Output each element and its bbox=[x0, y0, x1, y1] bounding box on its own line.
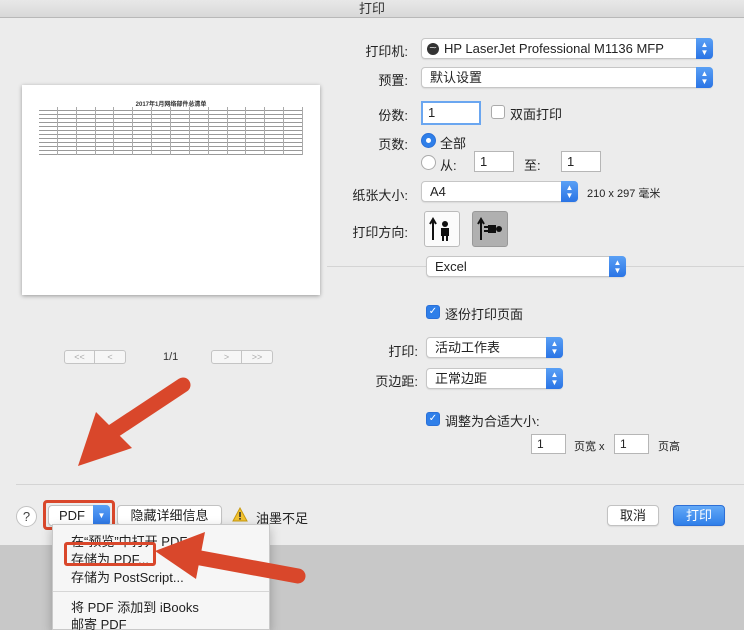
pdf-dropdown-menu: 在“预览”中打开 PDF 存储为 PDF... 存储为 PostScript..… bbox=[52, 524, 270, 630]
chevron-updown-icon: ▲ ▼ bbox=[696, 38, 713, 59]
app-section-value: Excel bbox=[435, 259, 467, 274]
pages-all-label: 全部 bbox=[440, 136, 467, 151]
preview-cell bbox=[228, 151, 247, 155]
preview-cell bbox=[265, 151, 285, 155]
warning-icon bbox=[232, 507, 248, 522]
prev-page-button[interactable]: < bbox=[95, 350, 126, 364]
print-what-select[interactable]: 活动工作表 ▲ ▼ bbox=[426, 337, 563, 358]
copies-label: 份数: bbox=[378, 108, 408, 123]
margins-value: 正常边距 bbox=[435, 371, 488, 386]
preview-cell bbox=[246, 151, 266, 155]
print-preview: 2017年1月网络部件总清单 bbox=[22, 85, 320, 295]
scale-label: 调整为合适大小: bbox=[445, 414, 540, 429]
print-dialog: 打印 2017年1月网络部件总清单 << < 1/1 > >> 打印机: ⁓ H… bbox=[0, 0, 744, 545]
printer-label: 打印机: bbox=[365, 44, 408, 59]
preview-cell bbox=[114, 151, 134, 155]
paper-size-label: 纸张大小: bbox=[352, 188, 408, 203]
preview-cell bbox=[152, 151, 172, 155]
preview-cell bbox=[77, 151, 96, 155]
pages-from-label: 从: bbox=[440, 158, 457, 173]
pages-range-radio[interactable] bbox=[421, 155, 436, 170]
preset-label: 预置: bbox=[378, 73, 408, 88]
chevron-updown-icon: ▲ ▼ bbox=[696, 67, 713, 88]
last-page-button[interactable]: >> bbox=[242, 350, 273, 364]
portrait-icon bbox=[429, 217, 449, 241]
preview-cell bbox=[284, 151, 304, 155]
save-pdf-annotation bbox=[64, 542, 156, 566]
printer-icon: ⁓ bbox=[427, 43, 439, 55]
paper-dimensions: 210 x 297 毫米 bbox=[587, 188, 661, 200]
portrait-button[interactable] bbox=[424, 211, 460, 247]
window-title: 打印 bbox=[0, 0, 744, 18]
preview-nav-back: << < bbox=[64, 350, 126, 364]
preview-cell bbox=[190, 151, 209, 155]
preset-value: 默认设置 bbox=[430, 70, 483, 85]
print-button[interactable]: 打印 bbox=[673, 505, 725, 526]
preview-cell bbox=[58, 151, 77, 155]
scale-width-input[interactable]: 1 bbox=[531, 434, 566, 454]
collate-label: 逐份打印页面 bbox=[445, 307, 524, 322]
copies-input[interactable]: 1 bbox=[421, 101, 481, 125]
preview-cell bbox=[39, 151, 58, 155]
preview-sheet-table bbox=[39, 107, 304, 159]
print-what-value: 活动工作表 bbox=[435, 340, 501, 355]
collate-checkbox[interactable]: ✓ bbox=[426, 305, 440, 319]
bottom-divider bbox=[16, 484, 744, 485]
duplex-label: 双面打印 bbox=[510, 107, 563, 122]
chevron-updown-icon: ▲ ▼ bbox=[561, 181, 578, 202]
scale-height-input[interactable]: 1 bbox=[614, 434, 649, 454]
duplex-checkbox[interactable] bbox=[491, 105, 505, 119]
landscape-icon bbox=[477, 217, 502, 240]
print-what-label: 打印: bbox=[388, 344, 418, 359]
pages-to-input[interactable]: 1 bbox=[561, 151, 601, 172]
printer-select[interactable]: ⁓ HP LaserJet Professional M1136 MFP ▲ ▼ bbox=[421, 38, 713, 59]
scale-checkbox[interactable]: ✓ bbox=[426, 412, 440, 426]
margins-select[interactable]: 正常边距 ▲ ▼ bbox=[426, 368, 563, 389]
preview-cell bbox=[209, 151, 228, 155]
pages-to-label: 至: bbox=[524, 158, 541, 173]
pages-from-input[interactable]: 1 bbox=[474, 151, 514, 172]
hide-details-button[interactable]: 隐藏详细信息 bbox=[117, 505, 222, 526]
chevron-updown-icon: ▲ ▼ bbox=[609, 256, 626, 277]
preview-cell bbox=[133, 151, 153, 155]
printer-value: HP LaserJet Professional M1136 MFP bbox=[444, 41, 664, 56]
chevron-updown-icon: ▲ ▼ bbox=[546, 337, 563, 358]
menu-separator bbox=[53, 591, 269, 592]
pages-label: 页数: bbox=[378, 137, 408, 152]
landscape-button[interactable] bbox=[472, 211, 508, 247]
first-page-button[interactable]: << bbox=[64, 350, 95, 364]
preview-cell bbox=[171, 151, 190, 155]
preset-select[interactable]: 默认设置 ▲ ▼ bbox=[421, 67, 713, 88]
scale-width-label: 页宽 x bbox=[574, 441, 605, 453]
preview-nav-forward: > >> bbox=[211, 350, 273, 364]
app-section-select[interactable]: Excel ▲ ▼ bbox=[426, 256, 626, 277]
chevron-updown-icon: ▲ ▼ bbox=[546, 368, 563, 389]
paper-size-select[interactable]: A4 ▲ ▼ bbox=[421, 181, 578, 202]
page-indicator: 1/1 bbox=[163, 351, 179, 363]
orientation-label: 打印方向: bbox=[352, 225, 408, 240]
menu-item-mail-pdf[interactable]: 邮寄 PDF bbox=[71, 614, 127, 630]
preview-row bbox=[39, 151, 304, 155]
pages-all-radio[interactable] bbox=[421, 133, 436, 148]
next-page-button[interactable]: > bbox=[211, 350, 242, 364]
margins-label: 页边距: bbox=[375, 374, 418, 389]
scale-height-label: 页高 bbox=[658, 441, 680, 453]
menu-item-save-as-postscript[interactable]: 存储为 PostScript... bbox=[71, 567, 184, 586]
preview-cell bbox=[96, 151, 115, 155]
help-button[interactable]: ? bbox=[16, 506, 37, 527]
paper-size-value: A4 bbox=[430, 184, 446, 199]
cancel-button[interactable]: 取消 bbox=[607, 505, 659, 526]
